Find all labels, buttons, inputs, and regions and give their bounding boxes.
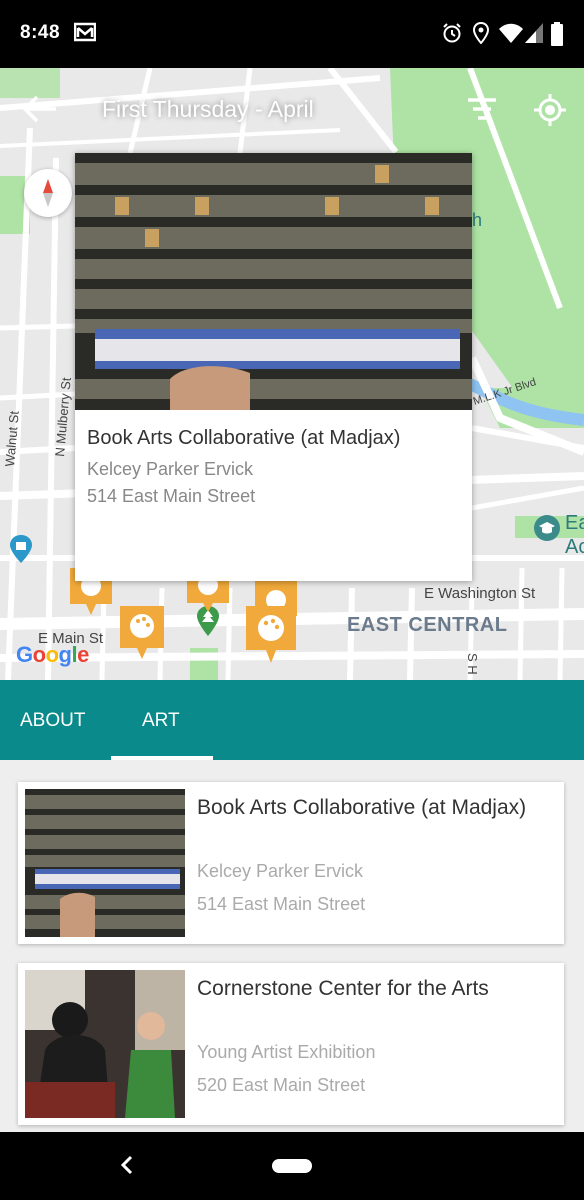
event-title: Cornerstone Center for the Arts	[197, 977, 489, 1000]
nav-back-icon[interactable]	[118, 1154, 136, 1176]
popup-photo-letterpress	[75, 153, 472, 410]
event-address: 520 East Main Street	[197, 1075, 366, 1095]
art-pin-icon[interactable]	[120, 606, 164, 660]
status-bar: 8:48	[0, 0, 584, 68]
location-icon	[473, 22, 489, 44]
event-list[interactable]: Book Arts Collaborative (at Madjax) Kelc…	[0, 760, 584, 1132]
place-label-ac: Ac	[565, 536, 584, 558]
compass-icon[interactable]	[24, 169, 72, 217]
google-logo: Google	[16, 642, 89, 667]
place-label-h: h	[472, 210, 483, 230]
tab-bar: ABOUT ART	[0, 680, 584, 760]
battery-icon	[551, 22, 563, 46]
event-artist: Young Artist Exhibition	[197, 1042, 376, 1062]
event-thumbnail-letterpress	[25, 789, 185, 937]
signal-icon	[525, 23, 543, 43]
tab-art[interactable]: ART	[142, 710, 180, 732]
map-popup-card[interactable]: Book Arts Collaborative (at Madjax) Kelc…	[75, 153, 472, 581]
event-title: Book Arts Collaborative (at Madjax)	[197, 796, 527, 819]
popup-title: Book Arts Collaborative (at Madjax)	[87, 427, 401, 449]
event-thumbnail-cornerstone	[25, 970, 185, 1118]
art-pin-icon[interactable]	[246, 606, 296, 664]
system-nav-bar	[0, 1132, 584, 1200]
event-address: 514 East Main Street	[197, 894, 366, 914]
street-label-s-partial-2: S H	[465, 653, 480, 675]
hospital-marker-icon[interactable]	[9, 534, 33, 564]
popup-address: 514 East Main Street	[87, 486, 256, 506]
app-bar: First Thursday - April	[0, 68, 584, 150]
wifi-icon	[499, 23, 523, 43]
nav-home-pill[interactable]	[272, 1159, 312, 1173]
status-time: 8:48	[20, 22, 61, 43]
street-label-e-washington: E Washington St	[424, 585, 536, 602]
my-location-icon[interactable]	[532, 92, 568, 128]
back-arrow-icon[interactable]	[22, 94, 58, 124]
event-card[interactable]: Cornerstone Center for the Arts Young Ar…	[18, 963, 564, 1125]
gmail-icon	[74, 22, 96, 42]
filter-icon[interactable]	[466, 96, 498, 122]
school-marker-icon[interactable]	[533, 514, 561, 542]
event-card[interactable]: Book Arts Collaborative (at Madjax) Kelc…	[18, 782, 564, 944]
popup-artist: Kelcey Parker Ervick	[87, 459, 254, 479]
page-title: First Thursday - April	[102, 96, 314, 122]
district-label-east-central: EAST CENTRAL	[347, 614, 508, 636]
place-label-ea: Ea	[565, 512, 584, 534]
tab-about[interactable]: ABOUT	[20, 710, 85, 732]
event-artist: Kelcey Parker Ervick	[197, 861, 364, 881]
alarm-icon	[443, 23, 461, 43]
